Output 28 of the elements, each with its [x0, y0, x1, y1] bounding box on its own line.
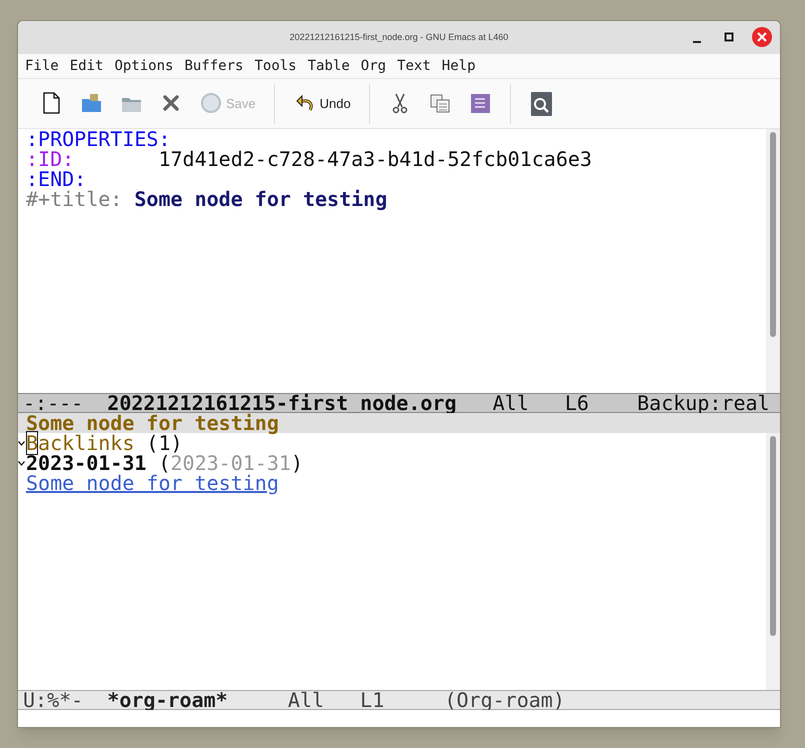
menu-item[interactable]: Buffers: [184, 56, 244, 76]
text-line: :PROPERTIES:: [26, 129, 170, 149]
menu-item[interactable]: Options: [114, 56, 174, 76]
window-title: 20221212161215-first_node.org - GNU Emacs at L460: [290, 30, 508, 44]
link[interactable]: Some node for testing: [26, 473, 279, 493]
circle-icon: [199, 91, 223, 116]
menu-item[interactable]: Table: [308, 56, 350, 76]
menu-item[interactable]: Tools: [254, 56, 297, 76]
close-icon: [757, 32, 767, 42]
scrollbar[interactable]: [766, 129, 780, 393]
text-line: :END:: [26, 169, 86, 189]
chevron-down-icon[interactable]: [18, 440, 25, 446]
menu-item[interactable]: Text: [397, 56, 431, 76]
minimize-icon: [693, 41, 701, 43]
text-line: Backlinks (1): [26, 433, 183, 453]
chevron-down-icon[interactable]: [18, 460, 25, 466]
scrollbar[interactable]: [766, 433, 780, 690]
maximize-icon: [724, 32, 734, 42]
text-line: 2023-01-31 (2023-01-31): [26, 453, 303, 473]
menu-item[interactable]: Help: [442, 56, 476, 76]
menu-item[interactable]: File: [25, 56, 59, 76]
close-button[interactable]: [752, 27, 772, 47]
menu-item[interactable]: Org: [360, 56, 386, 76]
menu-item[interactable]: Edit: [70, 56, 104, 76]
toolbar-button[interactable]: Undo: [284, 86, 359, 122]
text-line: :ID: 17d41ed2-c728-47a3-b41d-52fcb01ca6e3: [26, 149, 592, 169]
search-icon: [528, 91, 553, 116]
text-line: #+title: Some node for testing: [26, 189, 388, 209]
